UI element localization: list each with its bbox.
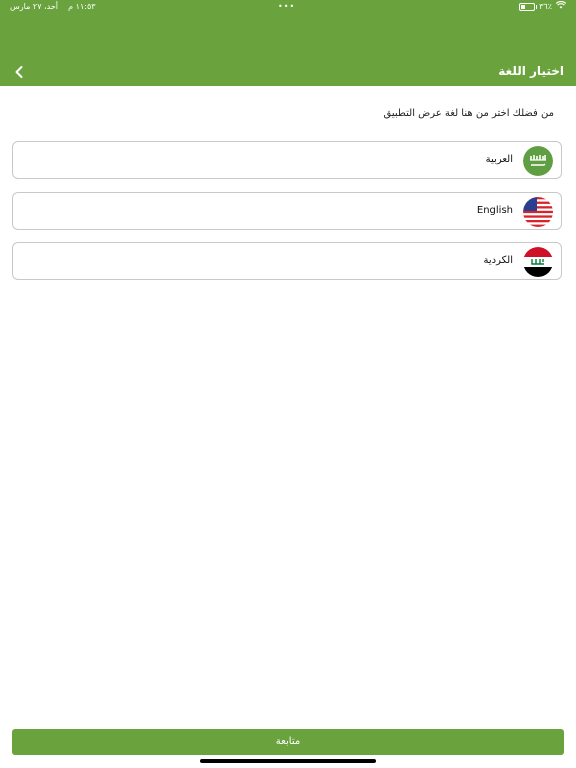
- wifi-icon: [555, 0, 567, 14]
- usa-flag-icon: [523, 197, 553, 227]
- multitasking-dots-icon[interactable]: •••: [278, 0, 295, 14]
- status-bar: ١١:٥٣ م أحد، ٢٧ مارس ••• ٣٦٪: [0, 0, 576, 14]
- language-option-arabic[interactable]: العربية: [12, 141, 562, 179]
- language-option-english[interactable]: English: [12, 192, 562, 230]
- saudi-arabia-flag-icon: [523, 146, 553, 176]
- home-indicator[interactable]: [200, 759, 376, 763]
- battery-icon: [519, 3, 538, 11]
- app-header: ١١:٥٣ م أحد، ٢٧ مارس ••• ٣٦٪ اختيار اللغ…: [0, 0, 576, 86]
- status-date-time: ١١:٥٣ م أحد، ٢٧ مارس: [10, 0, 96, 14]
- status-date: أحد، ٢٧ مارس: [10, 2, 58, 11]
- instruction-text: من فضلك اختر من هنا لغة عرض التطبيق: [383, 108, 554, 119]
- iraq-flag-icon: [523, 247, 553, 277]
- language-label: English: [476, 205, 513, 216]
- language-label: العربية: [485, 154, 513, 165]
- battery-percent: ٣٦٪: [539, 2, 552, 11]
- language-option-kurdish[interactable]: الكردية: [12, 242, 562, 280]
- status-indicators: ٣٦٪: [519, 0, 567, 14]
- status-time: ١١:٥٣ م: [68, 2, 96, 11]
- page-title: اختيار اللغة: [498, 64, 564, 78]
- chevron-left-icon: [13, 64, 25, 83]
- language-label: الكردية: [483, 255, 513, 266]
- continue-button[interactable]: متابعة: [12, 729, 564, 755]
- back-button[interactable]: [8, 62, 30, 84]
